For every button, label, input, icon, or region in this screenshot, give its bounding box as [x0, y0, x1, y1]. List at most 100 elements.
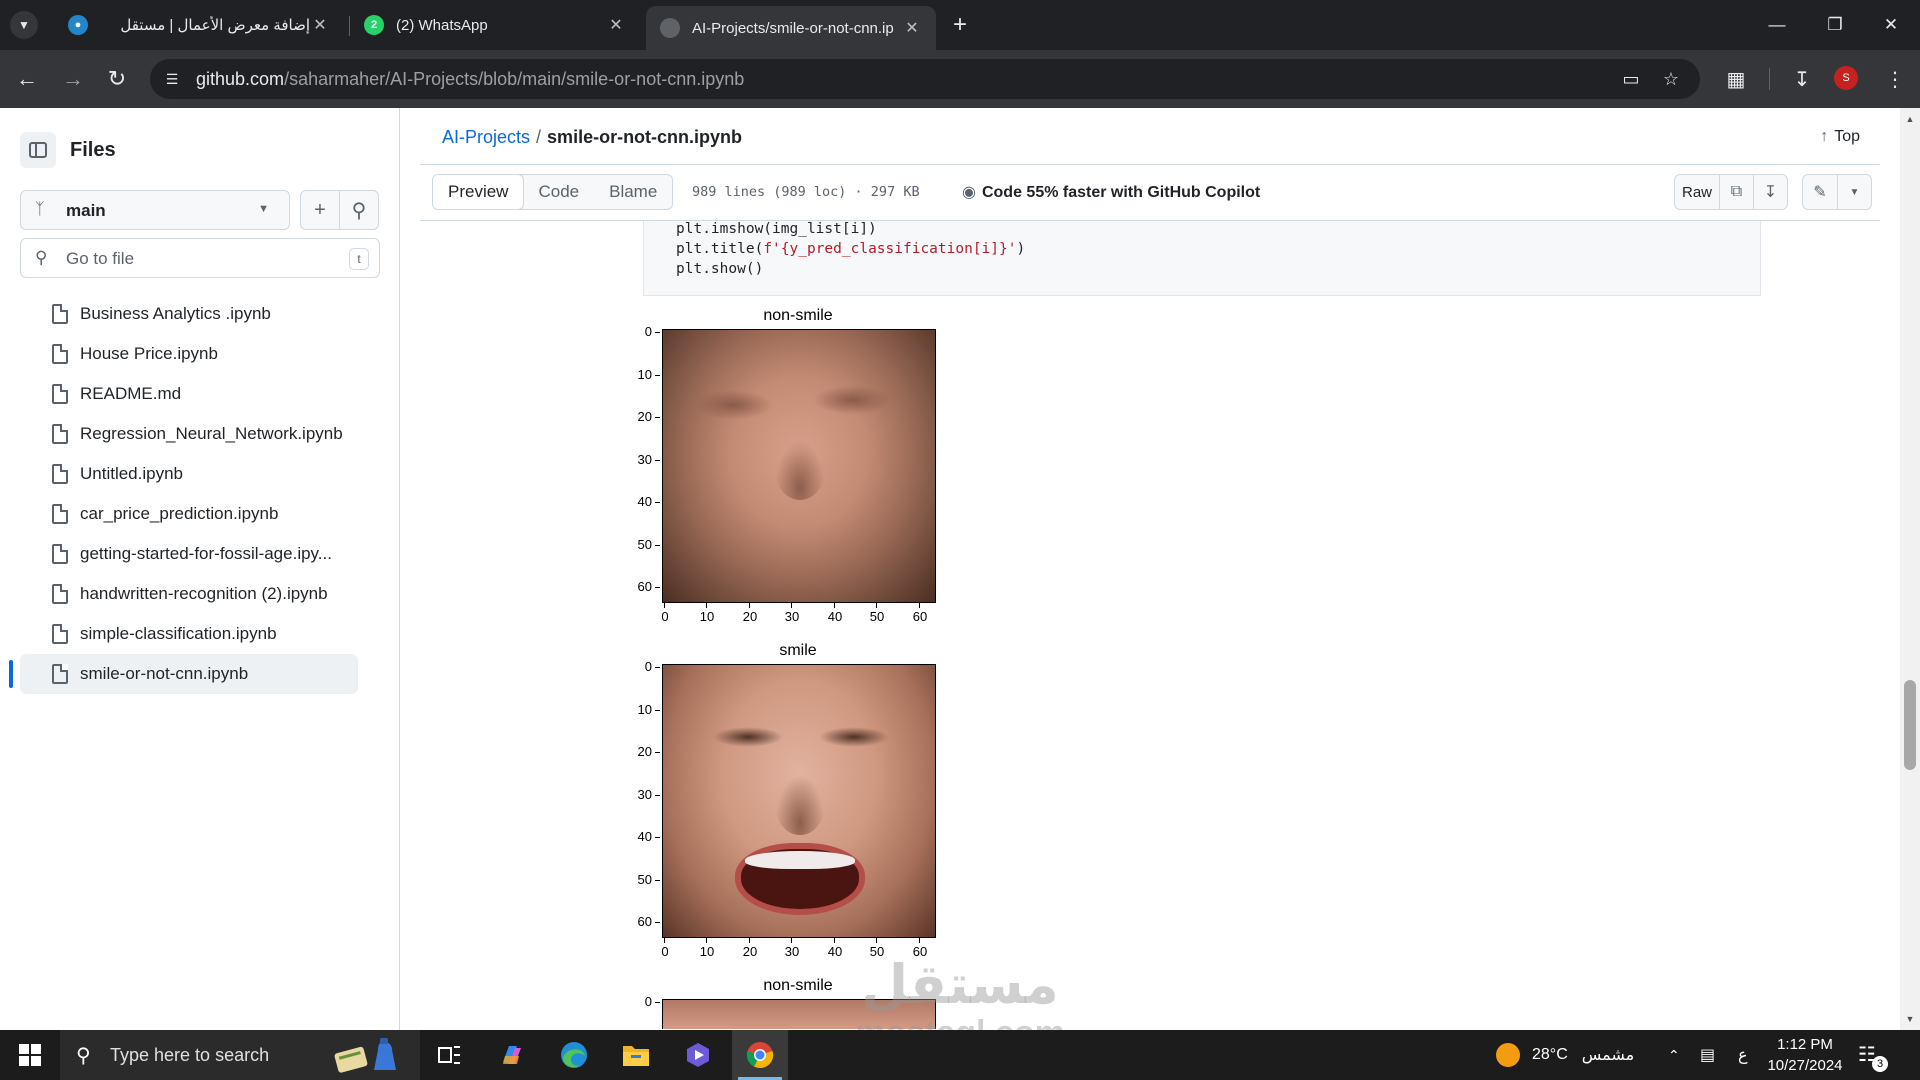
page-scrollbar[interactable]: ▲ ▼ [1900, 108, 1920, 1030]
tab-code[interactable]: Code [523, 175, 594, 209]
menu-icon[interactable]: ⋮ [1880, 64, 1910, 94]
tab-blame[interactable]: Blame [594, 175, 672, 209]
install-app-icon[interactable]: ▭ [1620, 68, 1642, 90]
x-tick-label: 20 [737, 938, 763, 959]
notification-button[interactable]: ☷ 3 [1858, 1042, 1888, 1072]
file-actions-group: Raw ⧉ ↧ [1674, 174, 1788, 210]
chrome-browser-icon [746, 1042, 774, 1069]
copilot-icon: ◉ [962, 184, 976, 201]
scrollbar-thumb[interactable] [1904, 680, 1916, 770]
downloads-icon[interactable]: ↧ [1787, 64, 1817, 94]
file-tree-item[interactable]: Regression_Neural_Network.ipynb [0, 414, 400, 454]
close-icon[interactable]: ✕ [606, 15, 626, 35]
search-icon: ⚲ [35, 248, 48, 267]
tab-title: إضافة معرض الأعمال | مستقل [120, 17, 310, 34]
file-icon [52, 584, 68, 604]
address-bar[interactable]: ☰ github.com/saharmaher/AI-Projects/blob… [150, 59, 1700, 99]
notification-count: 3 [1872, 1056, 1888, 1072]
file-tree-item[interactable]: House Price.ipynb [0, 334, 400, 374]
chrome-app-button[interactable] [732, 1030, 788, 1080]
close-icon[interactable]: ✕ [310, 15, 330, 35]
start-button[interactable] [0, 1030, 60, 1080]
extensions-icon[interactable]: ▦ [1721, 64, 1751, 94]
file-icon [52, 624, 68, 644]
breadcrumb-file: smile-or-not-cnn.ipynb [547, 127, 743, 147]
chevron-down-icon[interactable]: ▼ [1837, 175, 1871, 209]
file-tree-item-selected[interactable]: smile-or-not-cnn.ipynb [0, 654, 400, 694]
back-button[interactable]: ← [12, 64, 42, 94]
taskbar-search-box[interactable]: ⚲ Type here to search [60, 1030, 420, 1080]
tab-search-button[interactable]: ▼ [10, 11, 38, 39]
file-explorer-button[interactable] [608, 1030, 664, 1080]
task-view-button[interactable] [422, 1030, 478, 1080]
add-file-button[interactable]: + [300, 190, 340, 230]
scroll-up-arrow-icon[interactable]: ▲ [1900, 110, 1920, 128]
y-tick-label: 0 [626, 994, 660, 1009]
network-icon[interactable]: ▤ [1700, 1030, 1715, 1080]
y-tick-label: 0 [626, 324, 660, 339]
taskbar-clock[interactable]: 1:12 PM 10/27/2024 [1758, 1034, 1852, 1076]
close-window-button[interactable]: ✕ [1862, 0, 1920, 50]
code-cell: plt.imshow(img_list[i]) plt.title(f'{y_p… [643, 221, 1761, 296]
edge-browser-icon [561, 1042, 587, 1068]
y-tick-label: 30 [626, 452, 660, 467]
edit-pencil-icon[interactable]: ✎ [1803, 175, 1837, 209]
file-tree-sidebar: Files ᛉ main ▼ + ⚲ ⚲ Go to file t Busine… [0, 108, 400, 1030]
file-tree-item[interactable]: getting-started-for-fossil-age.ipy... [0, 534, 400, 574]
file-tree-item[interactable]: simple-classification.ipynb [0, 614, 400, 654]
branch-selector[interactable]: ᛉ main ▼ [20, 190, 290, 230]
plot-title: smile [779, 642, 817, 659]
close-icon[interactable]: ✕ [902, 18, 922, 38]
code-line: plt.title(f'{y_pred_classification[i]}') [676, 241, 1026, 257]
breadcrumb-repo-link[interactable]: AI-Projects [442, 127, 530, 147]
go-to-file-input[interactable]: ⚲ Go to file t [20, 238, 380, 278]
x-tick-label: 0 [652, 938, 678, 959]
scroll-down-arrow-icon[interactable]: ▼ [1900, 1010, 1920, 1028]
raw-button[interactable]: Raw [1675, 175, 1719, 209]
x-tick-label: 50 [864, 603, 890, 624]
collapse-sidebar-button[interactable] [20, 132, 56, 168]
edge-app-button[interactable] [546, 1030, 602, 1080]
show-hidden-icons-button[interactable]: ⌃ [1668, 1030, 1680, 1080]
input-language[interactable]: ع [1738, 1030, 1748, 1080]
site-info-icon[interactable]: ☰ [162, 69, 182, 89]
file-icon [52, 504, 68, 524]
copy-icon[interactable]: ⧉ [1719, 175, 1753, 209]
x-tick-label: 30 [779, 938, 805, 959]
new-tab-button[interactable]: + [946, 11, 974, 39]
copilot-promo-link[interactable]: ◉ Code 55% faster with GitHub Copilot [962, 182, 1260, 202]
file-icon [52, 304, 68, 324]
edit-actions-group: ✎ ▼ [1802, 174, 1872, 210]
file-tree-item[interactable]: car_price_prediction.ipynb [0, 494, 400, 534]
file-tree-item[interactable]: Untitled.ipynb [0, 454, 400, 494]
search-highlight-illustration-icon [334, 1038, 396, 1073]
search-files-button[interactable]: ⚲ [339, 190, 379, 230]
forward-button[interactable]: → [58, 64, 88, 94]
folder-icon [623, 1046, 649, 1066]
weather-temp: 28°C [1532, 1046, 1568, 1063]
tab-github[interactable]: AI-Projects/smile-or-not-cnn.ip ✕ [646, 6, 936, 50]
tab-whatsapp[interactable]: 2 (2) WhatsApp ✕ [350, 6, 640, 44]
file-tree-item[interactable]: README.md [0, 374, 400, 414]
file-tree-item[interactable]: Business Analytics .ipynb [0, 294, 400, 334]
tab-preview[interactable]: Preview [433, 175, 525, 209]
tab-mostaql[interactable]: ● إضافة معرض الأعمال | مستقل ✕ [54, 6, 344, 44]
url-text[interactable]: github.com/saharmaher/AI-Projects/blob/m… [196, 69, 744, 90]
media-app-button[interactable] [670, 1030, 726, 1080]
view-mode-tabs: Preview Code Blame [432, 174, 674, 210]
avatar[interactable]: S [1834, 66, 1858, 90]
copilot-app-icon [503, 1046, 521, 1064]
file-icon [52, 464, 68, 484]
weather-widget[interactable]: 28°C مشمس [1496, 1030, 1634, 1080]
minimize-button[interactable]: — [1748, 0, 1806, 50]
weather-text: مشمس [1581, 1047, 1635, 1064]
top-button[interactable]: ↑ Top [1820, 128, 1860, 146]
keyboard-shortcut-badge: t [349, 248, 369, 270]
sun-icon [1496, 1043, 1520, 1067]
download-icon[interactable]: ↧ [1753, 175, 1787, 209]
reload-button[interactable]: ↻ [102, 64, 132, 94]
bookmark-star-icon[interactable]: ☆ [1660, 68, 1682, 90]
restore-button[interactable]: ❐ [1806, 0, 1864, 50]
file-tree-item[interactable]: handwritten-recognition (2).ipynb [0, 574, 400, 614]
copilot-app-button[interactable] [484, 1030, 540, 1080]
